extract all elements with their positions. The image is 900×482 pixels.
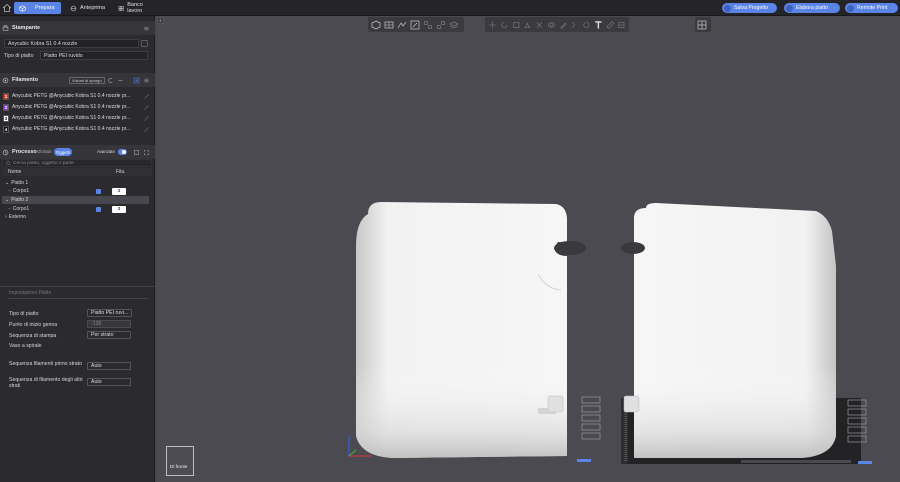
- visibility-checkbox[interactable]: [96, 188, 101, 194]
- filament-icon: [2, 77, 9, 83]
- model-handle[interactable]: [554, 241, 586, 255]
- filament-color-swatch[interactable]: 2: [3, 103, 9, 111]
- view-cube-label: Di fronte: [170, 464, 188, 469]
- dropdown-icon[interactable]: [786, 4, 793, 12]
- 3d-viewport[interactable]: Di fronte: [156, 16, 900, 482]
- settings-icon[interactable]: [143, 77, 150, 84]
- edit-icon[interactable]: [141, 40, 148, 47]
- object-tree-item[interactable]: – Corpo1 3: [2, 205, 149, 213]
- toggle-objects[interactable]: Oggetti: [54, 148, 72, 156]
- divider: [0, 286, 155, 287]
- tab-label: Prepara: [35, 5, 55, 11]
- slice-plate-button[interactable]: Elabora piatto: [784, 3, 840, 13]
- tab-preview[interactable]: Anteprima: [65, 2, 111, 14]
- chevron-right-icon[interactable]: ›: [5, 214, 7, 220]
- process-section-header: Processo Globale Oggetti Avanzate: [0, 145, 155, 159]
- edit-icon[interactable]: [143, 115, 150, 122]
- filament-section-header: Filamento Volumi di spurgo: [0, 73, 155, 87]
- edit-icon[interactable]: [143, 93, 150, 100]
- setting-label: Sequenza di stampa: [9, 333, 57, 339]
- tab-label: Anteprima: [80, 5, 106, 11]
- print-sequence-select[interactable]: Per strato: [87, 331, 131, 339]
- filament-color-swatch[interactable]: 3: [3, 114, 9, 122]
- setting-label: Punto di inizio genna: [9, 322, 58, 328]
- object-tree-item[interactable]: – Corpo1 3: [2, 187, 149, 195]
- filament-item[interactable]: 1 Anycubic PETG @Anycubic Kobra S1 0.4 n…: [3, 91, 151, 101]
- edit-icon[interactable]: [143, 104, 150, 111]
- scene-canvas[interactable]: [156, 16, 900, 482]
- plate-type-select[interactable]: Piatto PEI ruvido: [40, 51, 148, 60]
- printer-icon: [2, 24, 9, 31]
- setting-label: Sequenza filamenti primo strato: [9, 361, 82, 367]
- filament-item[interactable]: 3 Anycubic PETG @Anycubic Kobra S1 0.4 n…: [3, 113, 151, 123]
- filament-color-swatch[interactable]: 1: [3, 92, 9, 100]
- search-icon: [6, 160, 11, 166]
- other-layers-sequence-select[interactable]: Auto: [87, 378, 131, 386]
- save-project-button[interactable]: Salva Progetto: [722, 3, 777, 13]
- filament-item[interactable]: 2 Anycubic PETG @Anycubic Kobra S1 0.4 n…: [3, 102, 151, 112]
- cube-icon: [19, 4, 26, 12]
- setting-label: Sequenza di filamento degli altri strati: [9, 377, 83, 389]
- plate-tree-item[interactable]: ⌄ Piatto 2: [2, 196, 149, 204]
- sync-icon[interactable]: [107, 77, 114, 84]
- model-handle[interactable]: [621, 242, 645, 254]
- advanced-toggle[interactable]: [118, 149, 127, 155]
- dropdown-icon[interactable]: [847, 4, 854, 12]
- plate-type-setting-select[interactable]: Piatto PEI ruvi...: [87, 309, 132, 317]
- home-icon[interactable]: [2, 3, 12, 13]
- toggle-global[interactable]: Globale: [37, 149, 52, 154]
- setting-label: Tipo di piatto: [9, 311, 39, 317]
- edit-icon[interactable]: [143, 126, 150, 133]
- start-angle-input[interactable]: -135: [87, 320, 131, 328]
- view-cube[interactable]: Di fronte: [166, 446, 194, 476]
- plate-indicator[interactable]: [577, 459, 591, 462]
- object-search-input[interactable]: Cerca piatto, oggetto o parte: [2, 159, 152, 167]
- copy-icon[interactable]: [133, 149, 140, 156]
- model-object[interactable]: [623, 203, 836, 458]
- plate-type-label: Tipo di piatto: [4, 53, 34, 59]
- object-list-header: Nome Fila.: [2, 168, 152, 176]
- model-object[interactable]: [356, 202, 568, 458]
- plate-tree-item[interactable]: ⌄ Piatto 1: [2, 179, 149, 187]
- plate-indicator[interactable]: [858, 461, 872, 464]
- tab-prepare[interactable]: Prepara: [14, 2, 61, 14]
- settings-icon[interactable]: [143, 25, 150, 32]
- remote-print-button[interactable]: Remote Print: [845, 3, 898, 13]
- advanced-label: Avanzate: [97, 149, 115, 154]
- first-layer-sequence-select[interactable]: Auto: [87, 362, 131, 370]
- dropdown-icon[interactable]: [724, 4, 731, 12]
- chevron-down-icon[interactable]: ⌄: [5, 180, 9, 186]
- top-bar: Prepara Anteprima Banco lavoro Salva Pro…: [0, 0, 900, 16]
- preview-icon: [70, 5, 77, 11]
- minus-icon[interactable]: [117, 77, 124, 84]
- process-icon: [2, 149, 9, 155]
- filament-item[interactable]: 4 Anycubic PETG @Anycubic Kobra S1 0.4 n…: [3, 124, 151, 134]
- tab-label: Banco lavoro: [127, 2, 143, 14]
- tab-plate-settings[interactable]: Impostazioni Piatto: [9, 290, 51, 296]
- add-filament-icon[interactable]: [133, 77, 140, 84]
- setting-label: Vaso a spirale: [9, 343, 42, 349]
- printer-section-header: Stampante: [0, 21, 155, 35]
- expand-icon[interactable]: [143, 149, 150, 156]
- tab-workbench[interactable]: Banco lavoro: [113, 2, 161, 14]
- purge-volumes-button[interactable]: Volumi di spurgo: [69, 76, 105, 84]
- filament-index-box[interactable]: 3: [112, 205, 126, 213]
- grid-icon: [118, 5, 124, 11]
- filament-index-box[interactable]: 3: [112, 187, 126, 195]
- filament-color-swatch[interactable]: 4: [3, 125, 9, 133]
- chevron-down-icon[interactable]: ⌄: [5, 197, 9, 203]
- sidebar: Stampante Anycubic Kobra S1 0.4 nozzle T…: [0, 16, 155, 482]
- plate-tree-item[interactable]: › Esterno: [2, 213, 149, 221]
- visibility-checkbox[interactable]: [96, 206, 101, 212]
- printer-select[interactable]: Anycubic Kobra S1 0.4 nozzle: [4, 39, 139, 48]
